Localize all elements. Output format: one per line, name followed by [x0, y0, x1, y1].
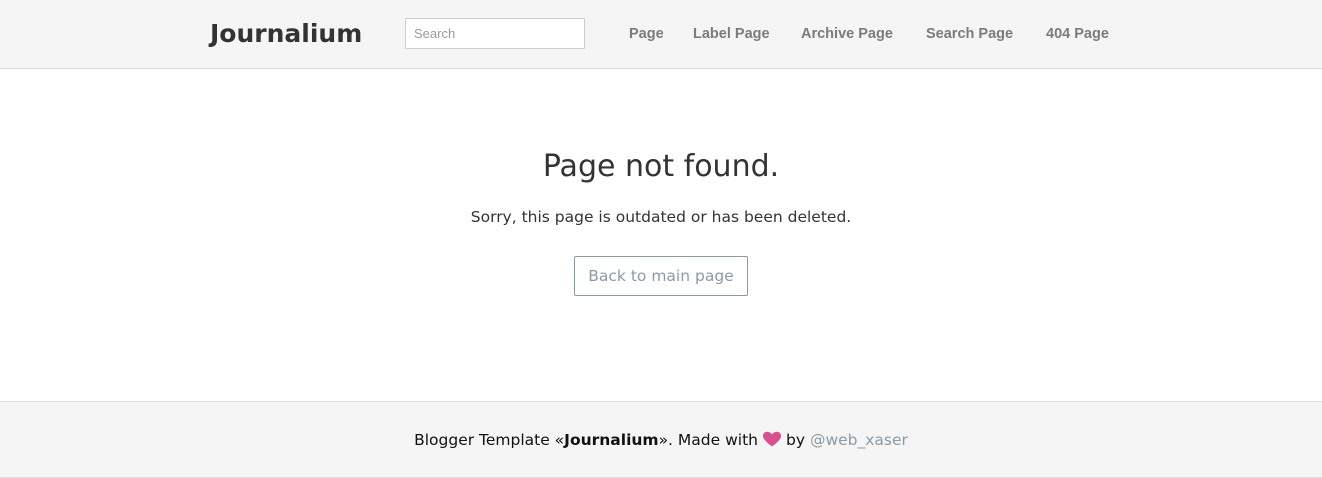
author-link[interactable]: @web_xaser	[810, 431, 908, 449]
footer-prefix: Blogger Template «	[414, 431, 565, 449]
footer-middle: ». Made with	[658, 431, 758, 449]
footer-by: by	[785, 431, 805, 449]
site-header: Journalium Page Label Page Archive Page …	[0, 0, 1322, 69]
footer-credit: Blogger Template «Journalium». Made with…	[0, 430, 1322, 450]
footer-template-name: Journalium	[564, 431, 659, 449]
search-input[interactable]	[405, 18, 585, 49]
nav-item-archive-page[interactable]: Archive Page	[801, 25, 893, 43]
back-to-main-button[interactable]: Back to main page	[574, 256, 748, 296]
main-content: Page not found. Sorry, this page is outd…	[0, 70, 1322, 401]
nav-item-search-page[interactable]: Search Page	[926, 25, 1013, 43]
nav-item-page[interactable]: Page	[629, 25, 664, 43]
nav-item-label-page[interactable]: Label Page	[693, 25, 770, 43]
nav-item-404-page[interactable]: 404 Page	[1046, 25, 1109, 43]
page-title: Page not found.	[542, 149, 780, 184]
site-footer: Blogger Template «Journalium». Made with…	[0, 401, 1322, 478]
heart-icon	[762, 431, 782, 447]
site-logo-link[interactable]: Journalium	[210, 17, 362, 51]
error-message: Sorry, this page is outdated or has been…	[470, 208, 852, 226]
